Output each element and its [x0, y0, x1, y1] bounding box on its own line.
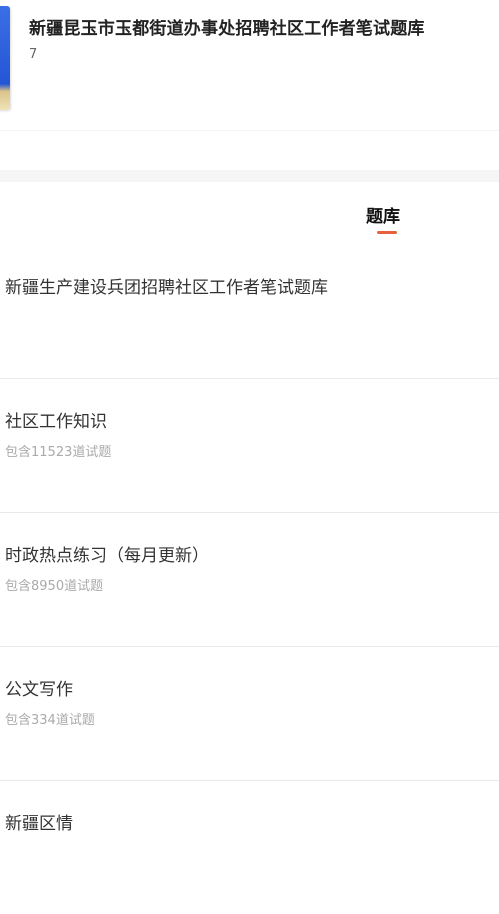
list-item[interactable]: 新疆生产建设兵团招聘社区工作者笔试题库 — [0, 245, 499, 379]
book-count: 7 — [29, 47, 38, 62]
section-gap — [0, 170, 499, 182]
list-item[interactable]: 社区工作知识 包含11523道试题 — [0, 379, 499, 513]
tab-question-bank[interactable]: 题库 — [366, 202, 400, 227]
list-item[interactable]: 公文写作 包含334道试题 — [0, 647, 499, 781]
list-item-title: 社区工作知识 — [5, 412, 107, 432]
list-item-count: 包含8950道试题 — [5, 579, 104, 594]
divider — [0, 130, 499, 131]
list-item-count: 包含334道试题 — [5, 713, 95, 728]
book-header: 新疆昆玉市玉都街道办事处招聘社区工作者笔试题库 7 — [0, 0, 499, 130]
list-item[interactable]: 新疆区情 — [0, 781, 499, 914]
list-item-count: 包含11523道试题 — [5, 445, 112, 460]
tab-bar: 题库 — [0, 182, 499, 240]
tab-active-indicator — [377, 231, 397, 234]
book-cover-image[interactable] — [0, 6, 10, 110]
book-title: 新疆昆玉市玉都街道办事处招聘社区工作者笔试题库 — [29, 19, 425, 39]
list-item-title: 时政热点练习（每月更新） — [5, 546, 209, 566]
list-item[interactable]: 时政热点练习（每月更新） 包含8950道试题 — [0, 513, 499, 647]
list-item-title: 新疆区情 — [5, 814, 73, 834]
list-item-title: 新疆生产建设兵团招聘社区工作者笔试题库 — [5, 278, 328, 298]
list-item-title: 公文写作 — [5, 680, 73, 700]
question-bank-list: 新疆生产建设兵团招聘社区工作者笔试题库 社区工作知识 包含11523道试题 时政… — [0, 245, 499, 914]
